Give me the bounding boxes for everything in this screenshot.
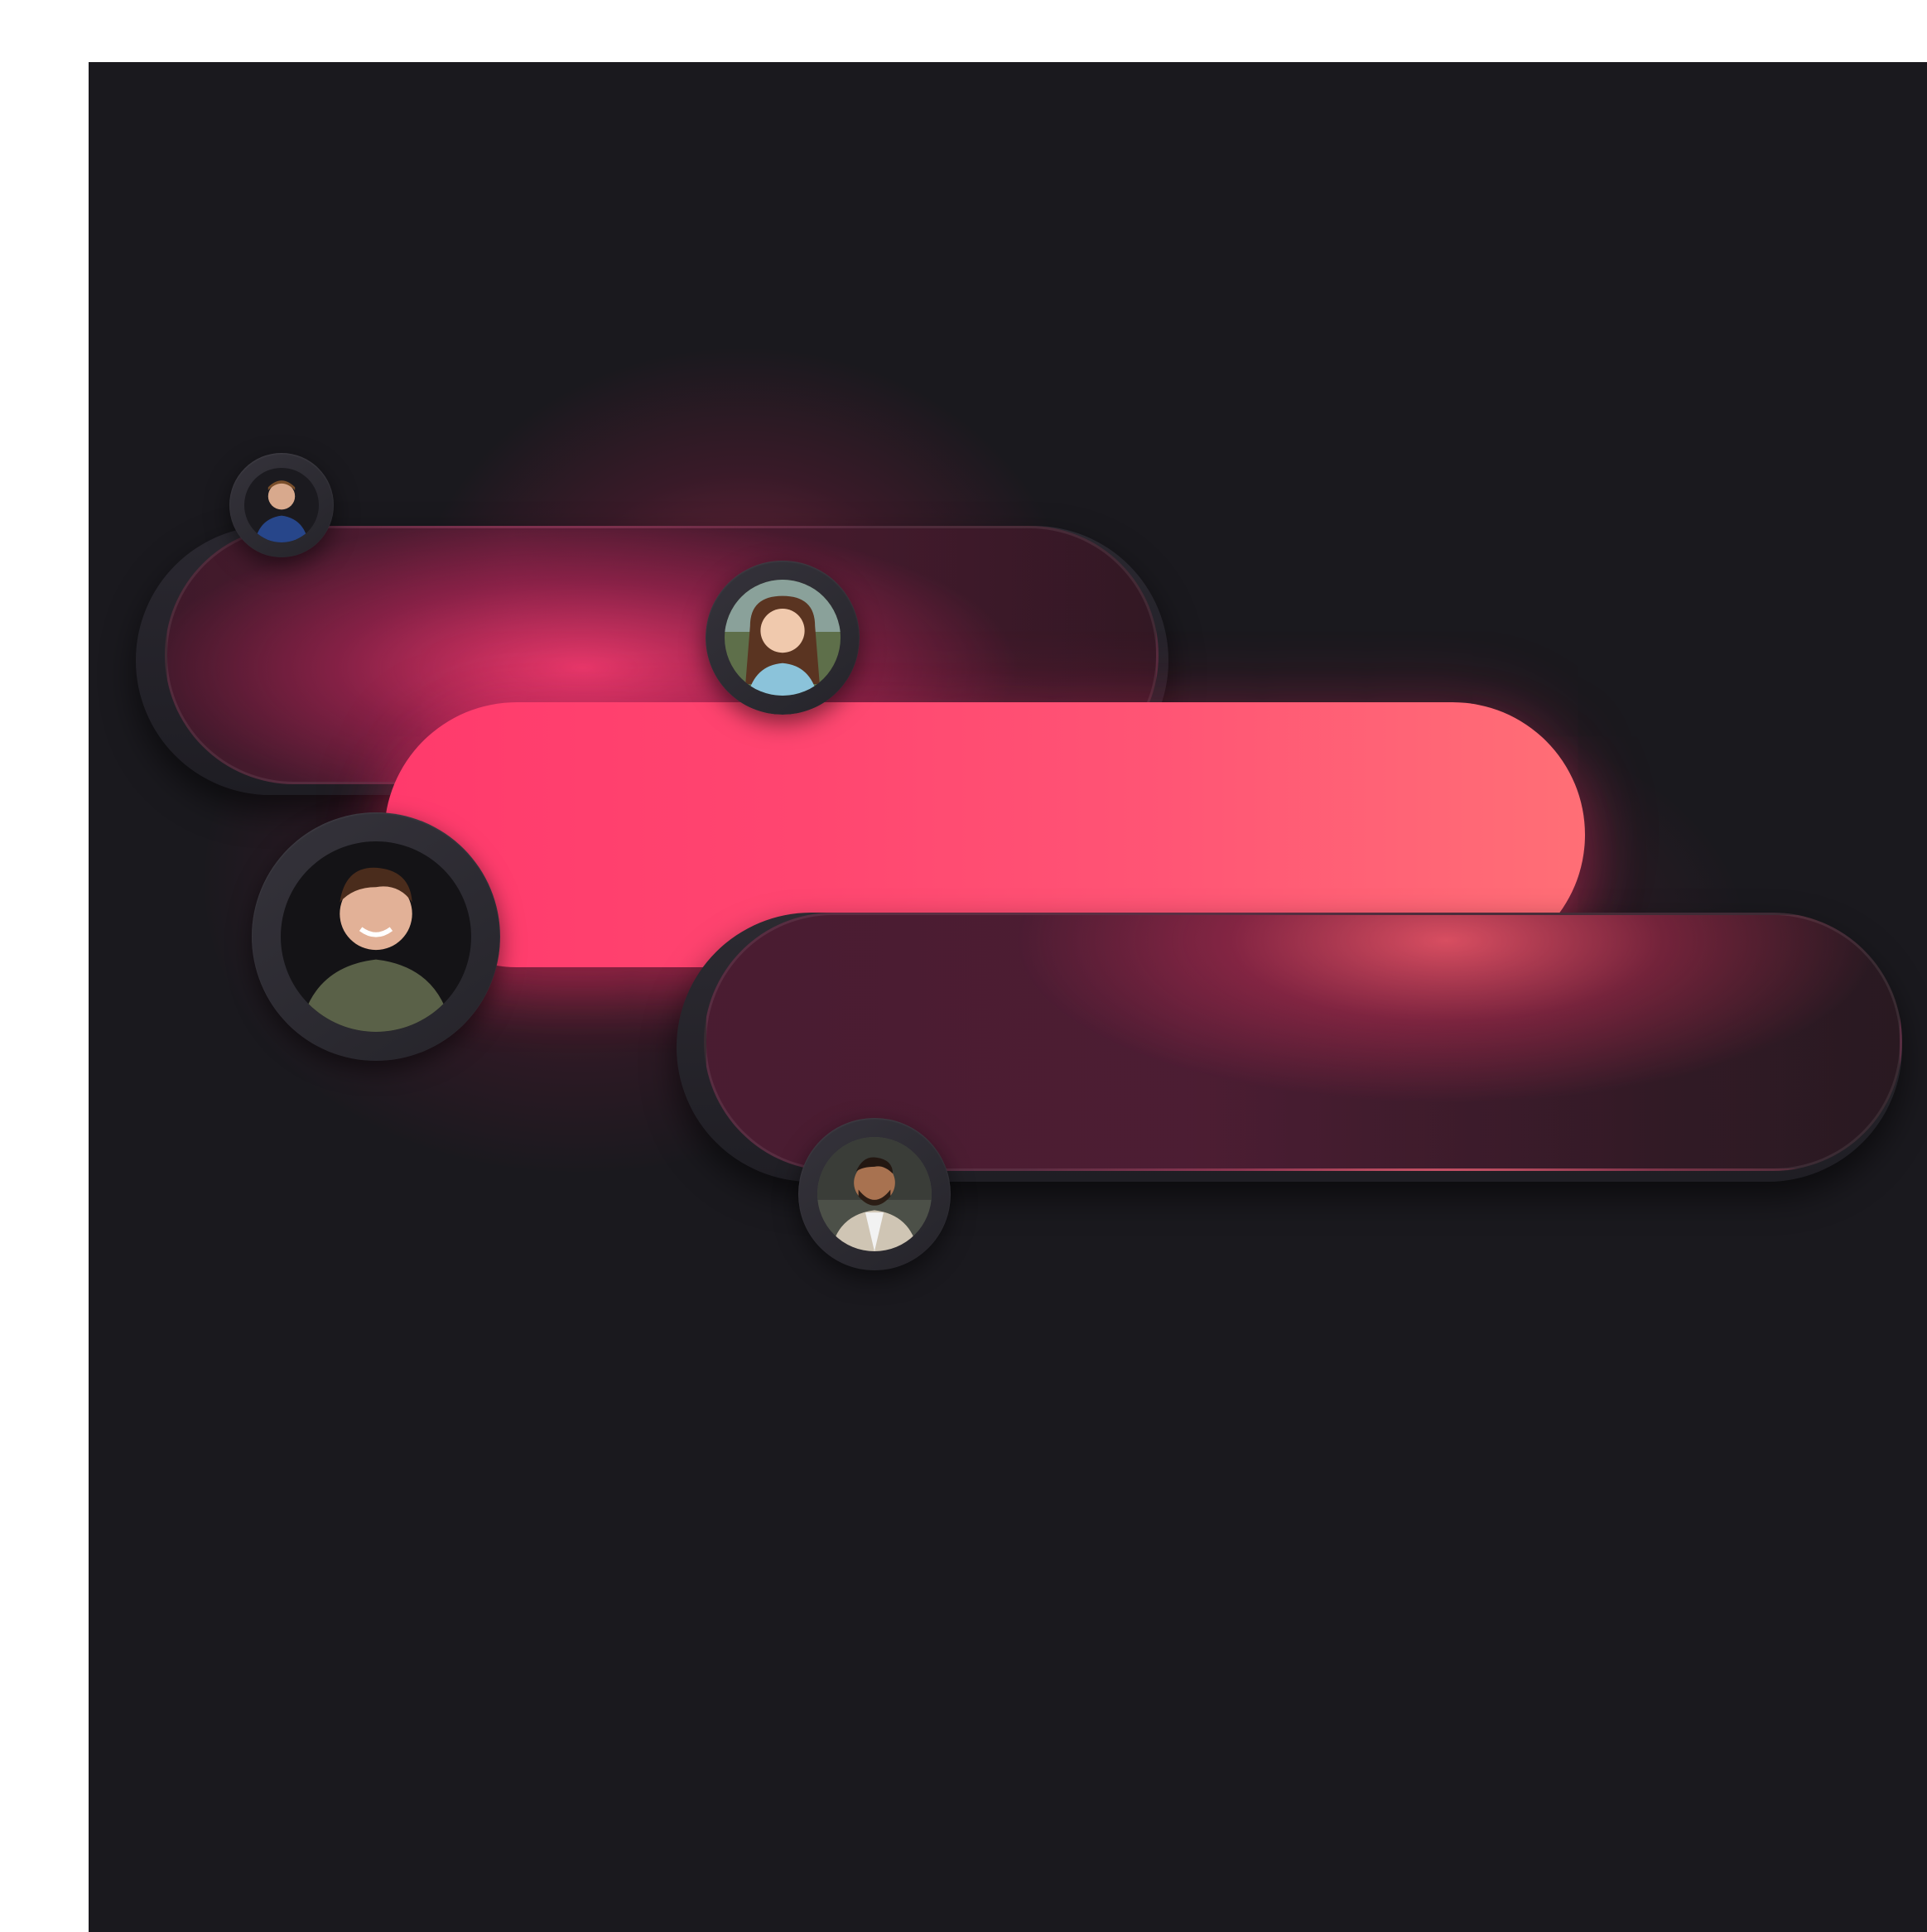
dark-canvas [89,62,1927,1932]
avatar-ring-4 [798,1118,951,1270]
avatar [817,1137,932,1251]
avatar [725,580,841,696]
avatar [281,841,471,1032]
person-green-shirt-icon [281,841,471,1032]
avatar-ring-1 [229,453,334,557]
person-beard-jacket-icon [817,1137,932,1251]
person-blue-shirt-icon [244,468,319,542]
person-long-hair-icon [725,580,841,696]
avatar-ring-3 [252,812,500,1061]
avatar-ring-2 [706,561,860,715]
avatar [244,468,319,542]
